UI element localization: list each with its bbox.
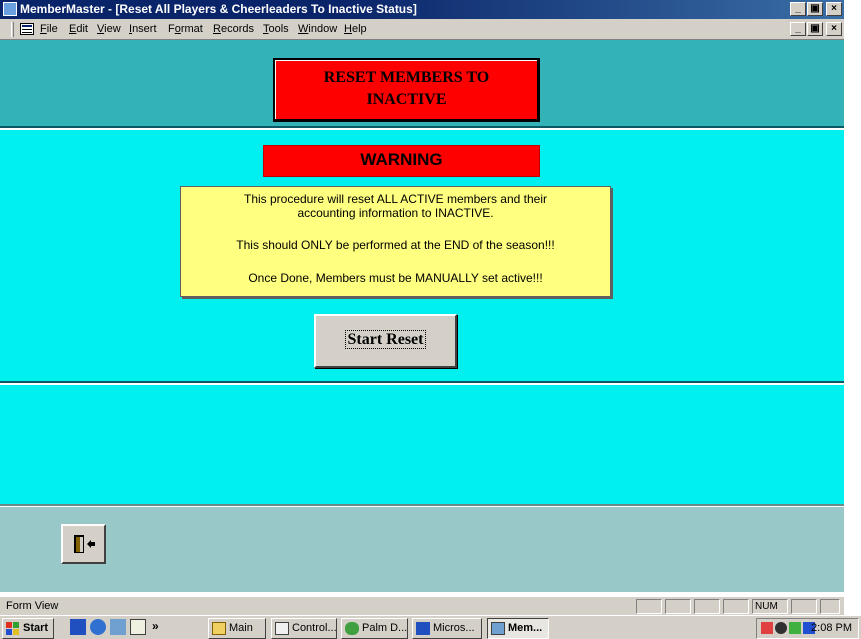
menu-grip: [11, 22, 14, 37]
close-button[interactable]: ×: [826, 2, 842, 16]
menu-format[interactable]: Format: [168, 23, 203, 35]
quicklaunch-outlook-icon[interactable]: [110, 619, 126, 635]
system-tray: 2:08 PM: [756, 618, 859, 639]
start-reset-button[interactable]: Start Reset: [314, 314, 457, 368]
taskbar-label-palm: Palm D...: [362, 622, 408, 634]
status-text: Form View: [6, 600, 59, 612]
status-pane-2: [665, 599, 691, 614]
status-num-indicator: NUM: [752, 599, 788, 614]
taskbar-clock: 2:08 PM: [811, 622, 852, 634]
quicklaunch-ie-icon[interactable]: [90, 619, 106, 635]
taskbar-label-main: Main: [229, 622, 253, 634]
taskbar-label-control: Control...: [292, 622, 337, 634]
warning-message-box: This procedure will reset ALL ACTIVE mem…: [180, 186, 611, 297]
start-label: Start: [23, 622, 49, 634]
taskbar-label-word: Micros...: [433, 622, 475, 634]
form-title-label: RESET MEMBERS TO INACTIVE: [273, 58, 540, 122]
taskbar-label-membermaster: Mem...: [508, 622, 543, 634]
word-icon: [416, 622, 430, 635]
start-reset-label: Start Reset: [344, 330, 427, 349]
windows-logo-icon: [6, 622, 19, 635]
taskbar: Start » Main Control... Palm D... Micros…: [0, 615, 861, 639]
warning-label: WARNING: [263, 145, 540, 177]
status-pane-1: [636, 599, 662, 614]
control-panel-icon: [275, 622, 289, 635]
menu-view[interactable]: View: [97, 23, 121, 35]
minimize-button[interactable]: _: [790, 2, 806, 16]
child-restore-button[interactable]: ▣: [807, 22, 823, 36]
warning-text-line-1: This procedure will reset ALL ACTIVE mem…: [243, 192, 548, 206]
menu-edit[interactable]: Edit: [69, 23, 88, 35]
status-pane-7: [820, 599, 840, 614]
exit-button[interactable]: [61, 524, 106, 564]
taskbar-button-control[interactable]: Control...: [271, 618, 337, 639]
warning-text-line-4: Once Done, Members must be MANUALLY set …: [248, 271, 543, 285]
menu-insert[interactable]: Insert: [129, 23, 157, 35]
warning-text-line-3: This should ONLY be performed at the END…: [236, 238, 555, 252]
quicklaunch-a-icon[interactable]: [70, 619, 86, 635]
palm-desktop-icon: [345, 622, 359, 635]
form-view-icon[interactable]: [20, 23, 34, 35]
taskbar-button-word[interactable]: Micros...: [412, 618, 482, 639]
app-icon: [3, 2, 17, 16]
taskbar-button-membermaster[interactable]: Mem...: [487, 618, 549, 639]
status-pane-3: [694, 599, 720, 614]
status-pane-6: [791, 599, 817, 614]
folder-icon: [212, 622, 226, 635]
taskbar-button-palm[interactable]: Palm D...: [341, 618, 408, 639]
menu-bar: File Edit View Insert Format Records Too…: [0, 19, 844, 40]
warning-text-line-2: accounting information to INACTIVE.: [297, 206, 494, 220]
quicklaunch-more-chevron[interactable]: »: [152, 619, 159, 633]
status-bar: Form View NUM: [0, 596, 844, 615]
quicklaunch-desktop-icon[interactable]: [130, 619, 146, 635]
form-title-line-2: INACTIVE: [366, 91, 447, 108]
window-title-bar[interactable]: MemberMaster - [Reset All Players & Chee…: [0, 0, 844, 19]
membermaster-icon: [491, 622, 505, 635]
exit-door-icon: [74, 535, 95, 553]
menu-records[interactable]: Records: [213, 23, 254, 35]
child-minimize-button[interactable]: _: [790, 22, 806, 36]
status-pane-4: [723, 599, 749, 614]
window-edge: [844, 0, 861, 596]
tray-icon-3[interactable]: [789, 622, 801, 634]
menu-window[interactable]: Window: [298, 23, 337, 35]
start-button[interactable]: Start: [2, 618, 54, 639]
restore-button[interactable]: ▣: [807, 2, 823, 16]
menu-help[interactable]: Help: [344, 23, 367, 35]
child-close-button[interactable]: ×: [826, 22, 842, 36]
menu-file[interactable]: File: [40, 23, 58, 35]
tray-icon-2[interactable]: [775, 622, 787, 634]
window-title: MemberMaster - [Reset All Players & Chee…: [20, 2, 417, 16]
menu-tools[interactable]: Tools: [263, 23, 289, 35]
tray-icon-1[interactable]: [761, 622, 773, 634]
form-footer-section: [0, 507, 844, 592]
taskbar-button-main[interactable]: Main: [208, 618, 266, 639]
form-lower-section: [0, 385, 844, 506]
form-title-line-1: RESET MEMBERS TO: [323, 69, 490, 86]
